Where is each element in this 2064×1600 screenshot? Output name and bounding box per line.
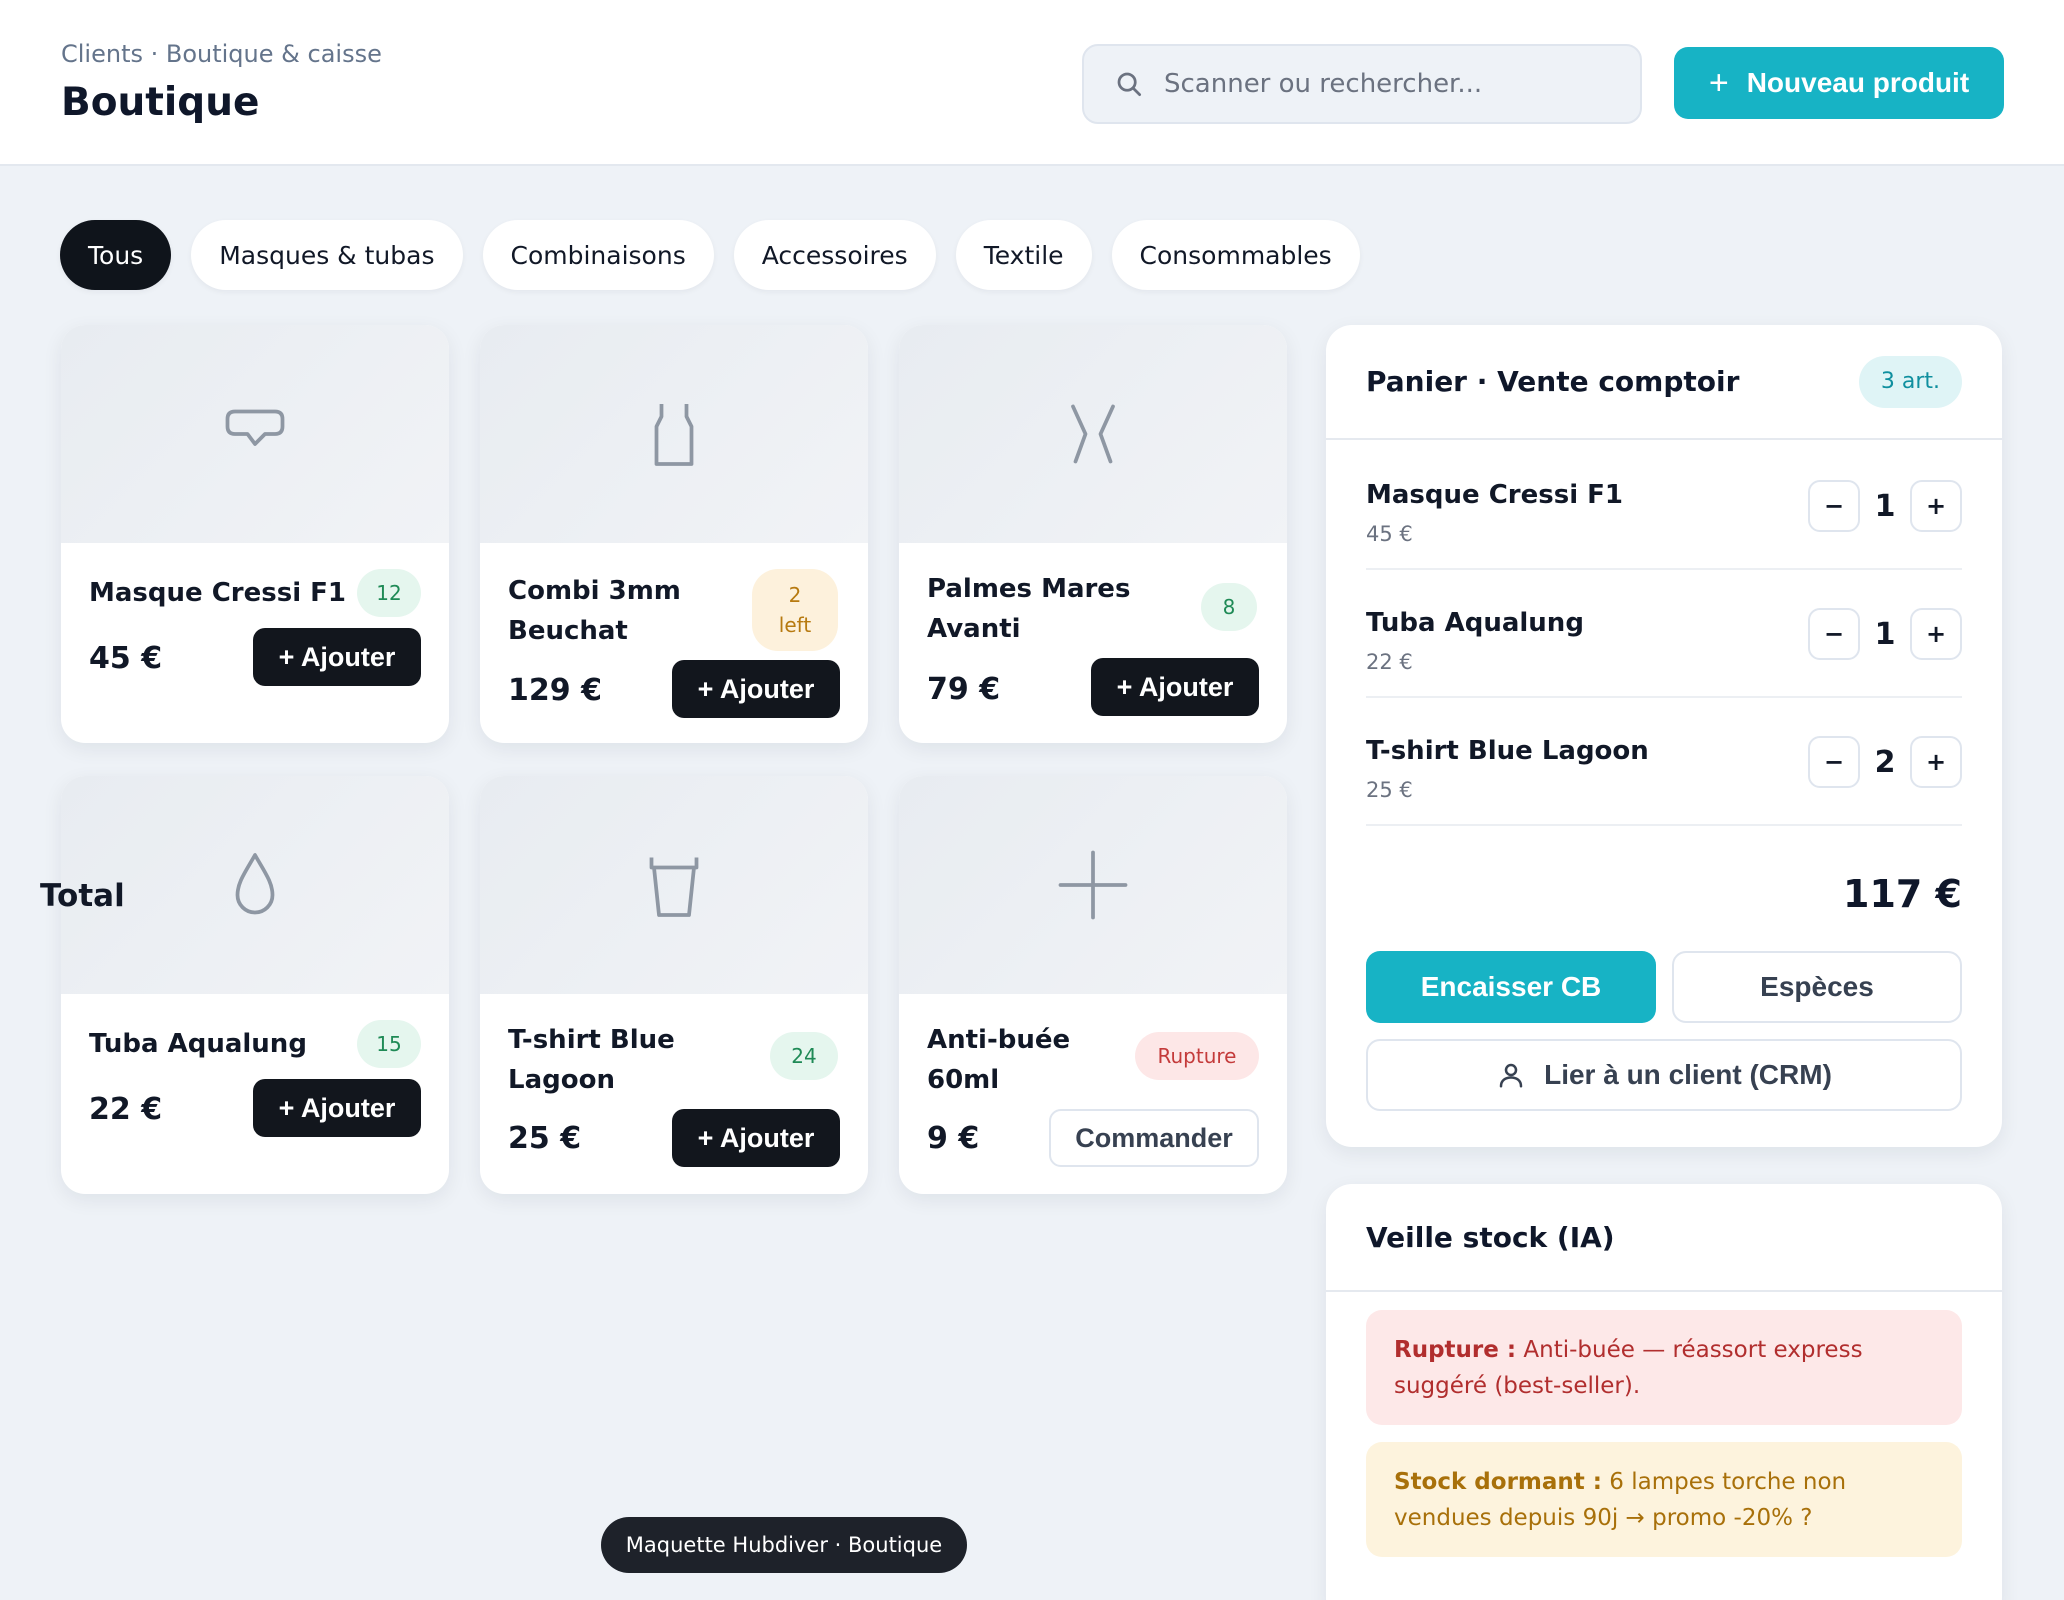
product-image <box>480 776 868 994</box>
stock-badge: Rupture <box>1135 1032 1259 1080</box>
product-name: T-shirt Blue Lagoon <box>508 1025 675 1095</box>
order-button[interactable]: Commander <box>1049 1109 1259 1167</box>
increase-button[interactable]: + <box>1910 480 1962 532</box>
product-card: Anti-buée 60ml Rupture 9 € Commander <box>899 776 1287 1194</box>
link-client-button[interactable]: Lier à un client (CRM) <box>1366 1039 1962 1111</box>
new-product-label: Nouveau produit <box>1746 67 1970 98</box>
stock-watch-header: Veille stock (IA) <box>1326 1184 2002 1292</box>
product-card: Tuba Aqualung 15 22 € + Ajouter <box>61 776 449 1194</box>
cart-count-badge: 3 art. <box>1858 355 1962 408</box>
increase-button[interactable]: + <box>1910 608 1962 660</box>
pay-cash-button[interactable]: Espèces <box>1672 951 1962 1023</box>
cart-item: Masque Cressi F1 45 € − 1 + <box>1366 442 1962 570</box>
top-bar: Clients · Boutique & caisse Boutique + N… <box>0 0 2064 166</box>
filter-accessories[interactable]: Accessoires <box>733 220 936 290</box>
product-price: 45 € <box>89 641 163 676</box>
product-name: Tuba Aqualung <box>89 1029 307 1059</box>
add-to-cart-button[interactable]: + Ajouter <box>672 660 840 718</box>
cart-item-price: 22 € <box>1366 650 1413 674</box>
product-name: Palmes Mares Avanti <box>927 574 1131 644</box>
product-name: Combi 3mm Beuchat <box>508 576 681 646</box>
product-card: Palmes Mares Avanti 8 79 € + Ajouter <box>899 325 1287 743</box>
product-card: T-shirt Blue Lagoon 24 25 € + Ajouter <box>480 776 868 1194</box>
mask-icon <box>225 409 285 446</box>
stock-watch-title: Veille stock (IA) <box>1366 1220 1615 1254</box>
product-price: 79 € <box>927 672 1001 707</box>
quantity-value: 1 <box>1874 616 1896 652</box>
add-to-cart-button[interactable]: + Ajouter <box>253 628 421 686</box>
cart-item: T-shirt Blue Lagoon 25 € − 2 + <box>1366 698 1962 826</box>
decrease-button[interactable]: − <box>1808 480 1860 532</box>
product-image <box>899 325 1287 543</box>
filter-consumables[interactable]: Consommables <box>1111 220 1360 290</box>
quantity-stepper: − 1 + <box>1808 608 1962 660</box>
alert-label: Stock dormant : <box>1394 1469 1602 1495</box>
quantity-value: 2 <box>1874 744 1896 780</box>
page-title: Boutique <box>61 80 260 125</box>
search-input[interactable] <box>1164 69 1604 99</box>
product-price: 25 € <box>508 1121 582 1156</box>
cart-item-price: 45 € <box>1366 522 1413 546</box>
stock-badge: 15 <box>357 1020 421 1068</box>
filter-masks-snorkels[interactable]: Masques & tubas <box>191 220 463 290</box>
pay-card-button[interactable]: Encaisser CB <box>1366 951 1656 1023</box>
product-image <box>899 776 1287 994</box>
stock-badge: 8 <box>1201 583 1257 631</box>
product-name: Masque Cressi F1 <box>89 578 347 608</box>
drop-icon <box>235 853 275 915</box>
new-product-button[interactable]: + Nouveau produit <box>1674 47 2004 119</box>
alert-out-of-stock: Rupture : Anti-buée — réassort express s… <box>1366 1310 1962 1425</box>
cart-header: Panier · Vente comptoir 3 art. <box>1326 325 2002 440</box>
footer-label: Maquette Hubdiver · Boutique <box>601 1517 967 1573</box>
cart-item-name: T-shirt Blue Lagoon <box>1366 736 1649 766</box>
product-price: 22 € <box>89 1092 163 1127</box>
quantity-stepper: − 2 + <box>1808 736 1962 788</box>
cart-item-price: 25 € <box>1366 778 1413 802</box>
breadcrumb: Clients · Boutique & caisse <box>61 40 382 68</box>
quantity-stepper: − 1 + <box>1808 480 1962 532</box>
cup-icon <box>649 857 699 917</box>
product-image <box>480 325 868 543</box>
fins-icon <box>1071 404 1115 464</box>
link-client-label: Lier à un client (CRM) <box>1544 1059 1832 1090</box>
add-to-cart-button[interactable]: + Ajouter <box>253 1079 421 1137</box>
plus-icon: + <box>1708 63 1729 102</box>
cart-panel: Panier · Vente comptoir 3 art. Masque Cr… <box>1326 325 2002 1147</box>
alert-label: Rupture : <box>1394 1337 1517 1363</box>
decrease-button[interactable]: − <box>1808 736 1860 788</box>
filter-all[interactable]: Tous <box>60 220 172 290</box>
cart-item-name: Masque Cressi F1 <box>1366 480 1624 510</box>
product-card: Combi 3mm Beuchat 2 left 129 € + Ajouter <box>480 325 868 743</box>
cart-item-name: Tuba Aqualung <box>1366 608 1584 638</box>
product-card: Masque Cressi F1 12 45 € + Ajouter <box>61 325 449 743</box>
add-to-cart-button[interactable]: + Ajouter <box>672 1109 840 1167</box>
cart-item: Tuba Aqualung 22 € − 1 + <box>1366 570 1962 698</box>
filter-wetsuits[interactable]: Combinaisons <box>482 220 714 290</box>
total-label: Total <box>40 878 125 914</box>
product-price: 129 € <box>508 673 602 708</box>
stock-badge: 24 <box>770 1032 838 1080</box>
search-icon <box>1117 72 1141 96</box>
add-to-cart-button[interactable]: + Ajouter <box>1091 658 1259 716</box>
category-filters: Tous Masques & tubas Combinaisons Access… <box>60 220 1360 290</box>
product-image <box>61 325 449 543</box>
filter-textile[interactable]: Textile <box>955 220 1092 290</box>
plus-icon <box>1058 850 1128 920</box>
stock-badge: 2 left <box>752 569 838 651</box>
wetsuit-icon <box>654 404 694 466</box>
stock-badge: 12 <box>357 569 421 617</box>
search-box[interactable] <box>1082 44 1642 124</box>
cart-title: Panier · Vente comptoir <box>1366 365 1740 398</box>
total-value: 117 € <box>1843 872 1962 916</box>
quantity-value: 1 <box>1874 488 1896 524</box>
decrease-button[interactable]: − <box>1808 608 1860 660</box>
increase-button[interactable]: + <box>1910 736 1962 788</box>
user-icon <box>1499 1063 1523 1088</box>
product-price: 9 € <box>927 1121 980 1156</box>
alert-dormant-stock: Stock dormant : 6 lampes torche non vend… <box>1366 1442 1962 1557</box>
product-name: Anti-buée 60ml <box>927 1025 1071 1095</box>
